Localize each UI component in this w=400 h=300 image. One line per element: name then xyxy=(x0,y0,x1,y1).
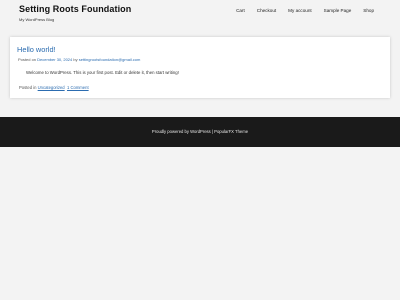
post-footer: Posted in Uncategorized 1 Comment xyxy=(19,85,89,90)
footer-wordpress-link[interactable]: WordPress xyxy=(190,129,211,134)
nav-item-sample-page[interactable]: Sample Page xyxy=(324,8,352,13)
post-card: Hello world! Posted on December 30, 2024… xyxy=(10,37,390,98)
site-footer: Proudly powered by WordPress | PopularFX… xyxy=(0,117,400,147)
footer-credit-prefix: Proudly powered by xyxy=(151,129,191,134)
post-meta-prefix: Posted on xyxy=(18,57,38,62)
post-author-link[interactable]: settingrootsfoundation@gmail.com xyxy=(79,57,141,62)
footer-theme-link[interactable]: PopularFX Theme xyxy=(214,129,248,134)
footer-credit: Proudly powered by WordPress | PopularFX… xyxy=(0,129,400,134)
post-category-prefix: Posted in xyxy=(19,85,38,90)
main-content: Hello world! Posted on December 30, 2024… xyxy=(0,28,400,117)
site-title[interactable]: Setting Roots Foundation xyxy=(19,4,131,14)
post-content: Welcome to WordPress. This is your first… xyxy=(26,70,179,75)
post-meta: Posted on December 30, 2024 by settingro… xyxy=(18,57,140,62)
post-date-link[interactable]: December 30, 2024 xyxy=(37,57,72,62)
nav-item-my-account[interactable]: My account xyxy=(288,8,312,13)
post-title[interactable]: Hello world! xyxy=(17,45,56,54)
nav-item-checkout[interactable]: Checkout xyxy=(257,8,276,13)
post-category-link[interactable]: Uncategorized xyxy=(38,85,65,90)
primary-nav: Cart Checkout My account Sample Page Sho… xyxy=(224,8,374,13)
nav-item-cart[interactable]: Cart xyxy=(236,8,245,13)
site-tagline: My WordPress Blog xyxy=(19,17,55,22)
post-comments-link[interactable]: 1 Comment xyxy=(67,85,89,90)
site-header: Setting Roots Foundation My WordPress Bl… xyxy=(0,0,400,28)
page-background xyxy=(0,147,400,300)
nav-item-shop[interactable]: Shop xyxy=(363,8,374,13)
